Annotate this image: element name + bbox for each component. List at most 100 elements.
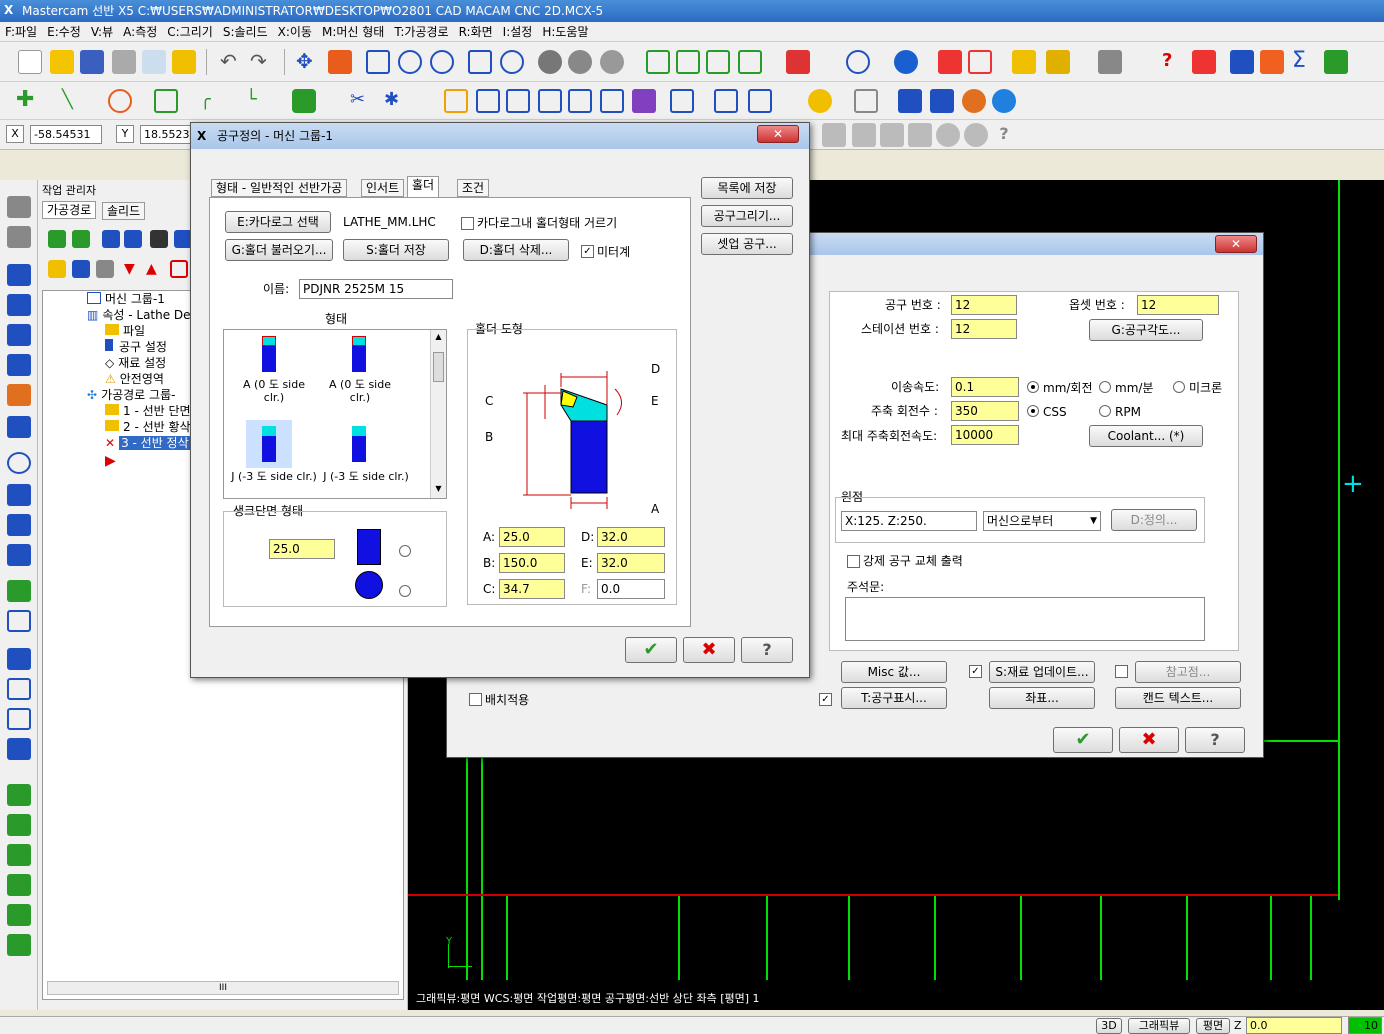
- key-icon[interactable]: [172, 50, 196, 74]
- select-all-icon[interactable]: [48, 230, 66, 248]
- lathe-thread-icon[interactable]: [7, 354, 31, 376]
- surface2-icon[interactable]: [7, 226, 31, 248]
- level-indicator[interactable]: 10: [1348, 1017, 1382, 1034]
- unzoom-icon[interactable]: [468, 50, 492, 74]
- catalog-filter-checkbox[interactable]: [461, 217, 474, 230]
- backplot-icon[interactable]: [898, 89, 922, 113]
- mill-surface-icon[interactable]: [7, 874, 31, 896]
- regen-dirty-icon[interactable]: [124, 230, 142, 248]
- xform-offset-icon[interactable]: [568, 89, 592, 113]
- lathe-finish-icon[interactable]: [7, 294, 31, 316]
- shank-round-radio[interactable]: [399, 585, 411, 597]
- help-arrow-icon[interactable]: ?: [1162, 50, 1186, 74]
- zoom-out-icon[interactable]: [500, 50, 524, 74]
- pin-icon[interactable]: [1098, 50, 1122, 74]
- menu-create[interactable]: C:그리기: [162, 22, 218, 42]
- menu-machine[interactable]: M:머신 형태: [317, 22, 389, 42]
- toggle-display-icon[interactable]: [72, 260, 90, 278]
- tab-tool-type[interactable]: 형태 - 일반적인 선반가공: [211, 179, 348, 197]
- holder-style-j2-icon[interactable]: [352, 426, 366, 462]
- menu-solids[interactable]: S:솔리드: [218, 22, 273, 42]
- save-to-library-button[interactable]: 목록에 저장: [701, 177, 793, 199]
- draw-tool-button[interactable]: 공구그리기...: [701, 205, 793, 227]
- tab-parameters[interactable]: 조건: [457, 179, 490, 197]
- iso-view-icon[interactable]: [646, 50, 670, 74]
- scroll-up-icon[interactable]: ▲: [431, 330, 446, 344]
- misc-values-button[interactable]: Misc 값...: [841, 661, 947, 683]
- scroll-thumb[interactable]: [433, 352, 444, 382]
- snap-mid-icon[interactable]: [964, 123, 988, 147]
- move-icon[interactable]: [748, 89, 772, 113]
- line-icon[interactable]: ╲: [62, 89, 86, 113]
- feed-rate-input[interactable]: 0.1: [951, 377, 1019, 397]
- holder-style-a1-icon[interactable]: [262, 336, 276, 372]
- station-number-input[interactable]: 12: [951, 319, 1017, 339]
- menu-toolpaths[interactable]: T:가공경로: [389, 22, 453, 42]
- snap-help-icon[interactable]: ?: [992, 123, 1016, 147]
- export-icon[interactable]: [1324, 50, 1348, 74]
- tree-hscroll[interactable]: III: [47, 981, 399, 995]
- menu-screen[interactable]: R:화면: [454, 22, 498, 42]
- point-plus-icon[interactable]: ✚: [16, 89, 40, 113]
- tree-safety-zone[interactable]: ⚠ 안전영역: [105, 371, 164, 387]
- home-from-select[interactable]: 머신으로부터 ▼: [983, 511, 1101, 531]
- param-e-input[interactable]: 32.0: [597, 553, 665, 573]
- dialog1-cancel-button[interactable]: ✖: [683, 637, 735, 663]
- sigma-icon[interactable]: Σ: [1292, 50, 1316, 74]
- cube-view-icon[interactable]: [786, 50, 810, 74]
- grid-icon[interactable]: [714, 89, 738, 113]
- holder-style-j1-icon[interactable]: [262, 426, 276, 462]
- solid-extrude-icon[interactable]: [292, 89, 316, 113]
- mill-contour-icon[interactable]: [7, 784, 31, 806]
- holder-style-scrollbar[interactable]: ▲ ▼: [430, 330, 446, 498]
- canned-text-button[interactable]: 캔드 텍스트...: [1115, 687, 1241, 709]
- menu-edit[interactable]: E:수정: [42, 22, 86, 42]
- xform-stretch-icon[interactable]: [632, 89, 656, 113]
- coordinates-button[interactable]: 좌표...: [989, 687, 1095, 709]
- coolant-button[interactable]: Coolant... (*): [1089, 425, 1203, 447]
- tree-toolpath-group[interactable]: ✣ 가공경로 그룹-: [87, 387, 175, 403]
- tree-op-2[interactable]: 2 - 선반 황삭: [105, 419, 191, 435]
- ref-point-checkbox[interactable]: [1115, 665, 1128, 678]
- sphere-icon[interactable]: [894, 50, 918, 74]
- rectangle-icon[interactable]: [154, 89, 178, 113]
- surface-icon[interactable]: [7, 196, 31, 218]
- open-file-icon[interactable]: [50, 50, 74, 74]
- fillet-icon[interactable]: ╭: [200, 89, 224, 113]
- backplot-ops-icon[interactable]: [150, 230, 168, 248]
- xform-roll-icon[interactable]: [670, 89, 694, 113]
- lathe-face-icon[interactable]: [7, 452, 31, 474]
- undo-icon[interactable]: ↶: [220, 50, 244, 74]
- menu-xform[interactable]: X:이동: [273, 22, 317, 42]
- tree-machine-group[interactable]: 머신 그룹-1: [87, 291, 165, 307]
- pencil-icon[interactable]: [1012, 50, 1036, 74]
- gview-button[interactable]: 그래픽뷰: [1128, 1018, 1190, 1034]
- spindle-css-radio[interactable]: [1027, 405, 1039, 417]
- batch-checkbox[interactable]: [469, 693, 482, 706]
- scroll-down-icon[interactable]: ▼: [431, 482, 446, 496]
- menu-help[interactable]: H:도움말: [537, 22, 593, 42]
- trim-icon[interactable]: ✂: [350, 89, 374, 113]
- redo-icon[interactable]: ↷: [250, 50, 274, 74]
- stock-update-checkbox[interactable]: ✓: [969, 665, 982, 678]
- xform-translate-icon[interactable]: [444, 89, 468, 113]
- dialog2-help-button[interactable]: ?: [1185, 727, 1245, 753]
- feed-unit-per-min-radio[interactable]: [1099, 381, 1111, 393]
- delete-holder-button[interactable]: D:홀더 삭제...: [463, 239, 569, 261]
- globe-icon[interactable]: [846, 50, 870, 74]
- mill-drill-icon[interactable]: [7, 844, 31, 866]
- setup-tool-button[interactable]: 셋업 공구...: [701, 233, 793, 255]
- layers-icon[interactable]: [1192, 50, 1216, 74]
- load-holder-button[interactable]: G:홀더 불러오기...: [225, 239, 333, 261]
- lock-icon[interactable]: [48, 260, 66, 278]
- spindle-rpm-radio[interactable]: [1099, 405, 1111, 417]
- tree-op-3[interactable]: ✕ 3 - 선반 정삭: [105, 435, 191, 451]
- xform-mirror-icon[interactable]: [476, 89, 500, 113]
- dialog2-cancel-button[interactable]: ✖: [1119, 727, 1179, 753]
- hidden-line-icon[interactable]: [600, 50, 624, 74]
- tool-number-input[interactable]: 12: [951, 295, 1017, 315]
- lathe-tailstock-icon[interactable]: [7, 544, 31, 566]
- mode-3d-button[interactable]: 3D: [1096, 1018, 1122, 1034]
- mill-pocket-icon[interactable]: [7, 814, 31, 836]
- comment-textarea[interactable]: [845, 597, 1205, 641]
